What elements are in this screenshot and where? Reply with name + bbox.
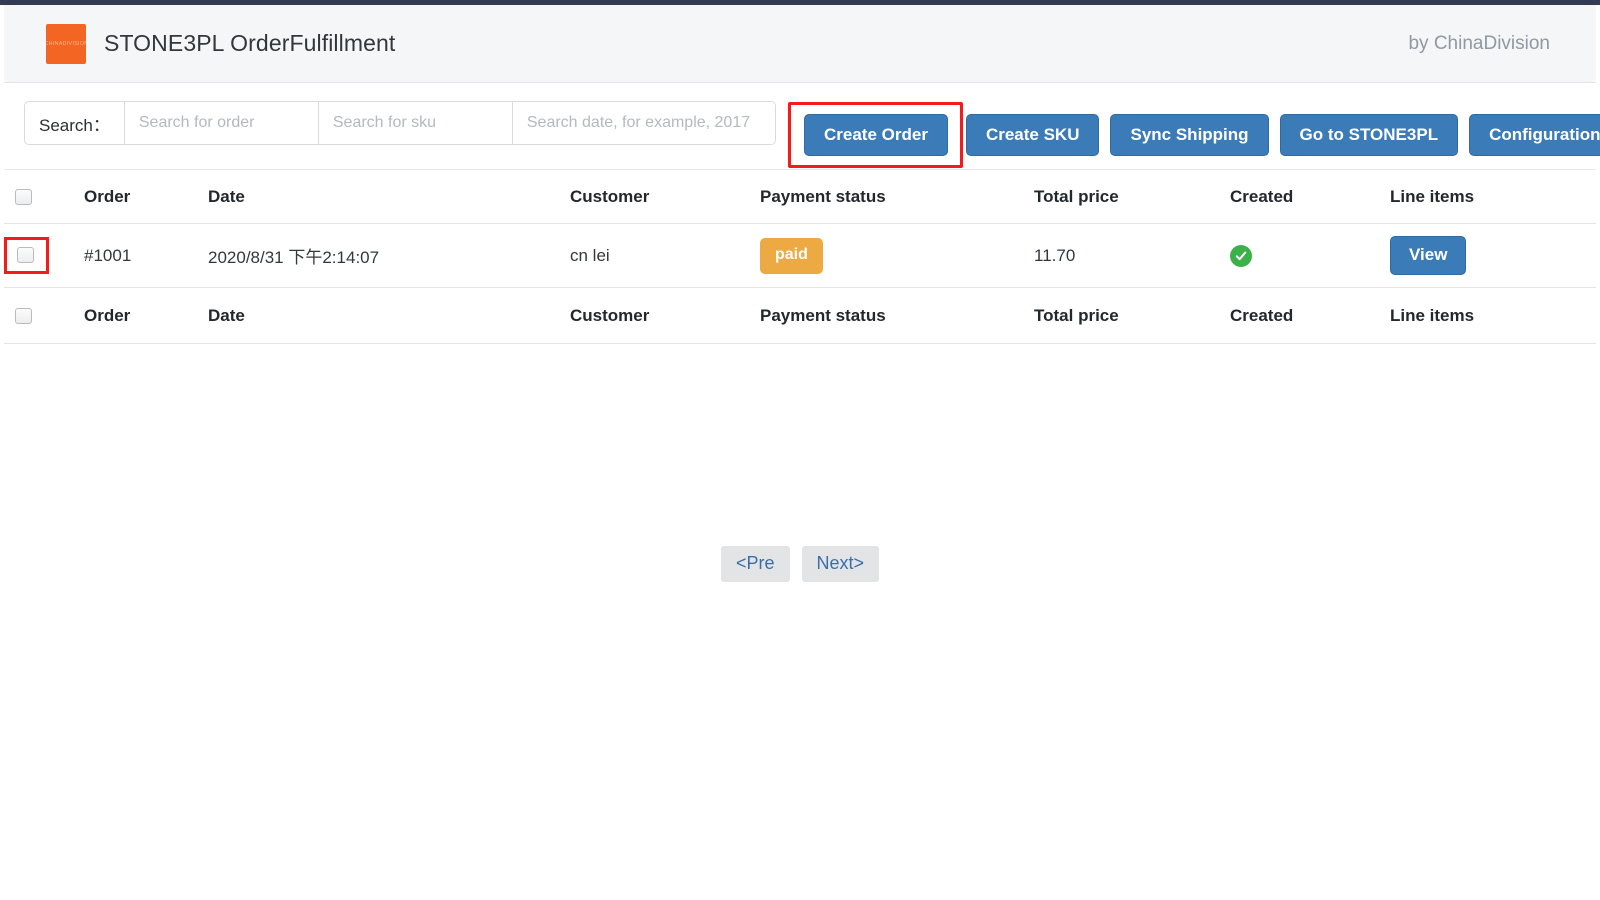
- page-title: STONE3PL OrderFulfillment: [104, 30, 395, 57]
- row-checkbox-highlight-box: [4, 237, 49, 274]
- row-select-checkbox[interactable]: [17, 247, 34, 263]
- cell-order: #1001: [84, 246, 208, 266]
- table-footer-row: Order Date Customer Payment status Total…: [4, 288, 1596, 344]
- status-badge: paid: [760, 238, 823, 274]
- go-to-stone3pl-button[interactable]: Go to STONE3PL: [1280, 114, 1459, 156]
- configuration-button[interactable]: Configuration: [1469, 114, 1600, 156]
- row-select-cell: [4, 237, 84, 274]
- create-order-highlight-box: Create Order: [788, 102, 963, 168]
- search-label: Search：: [25, 102, 125, 144]
- column-header-customer: Customer: [570, 187, 760, 207]
- column-header-total-price: Total price: [1034, 187, 1230, 207]
- footer-header-order: Order: [84, 306, 208, 326]
- toolbar: Search： Create Order Create SKU Sync Shi…: [4, 84, 1596, 170]
- footer-header-payment-status: Payment status: [760, 306, 1034, 326]
- select-all-checkbox-top[interactable]: [15, 189, 32, 205]
- search-order-input[interactable]: [125, 102, 319, 144]
- footer-header-customer: Customer: [570, 306, 760, 326]
- page-body: CHINADIVISION STONE3PL OrderFulfillment …: [0, 5, 1600, 900]
- select-all-cell-top: [4, 189, 84, 205]
- footer-header-date: Date: [208, 306, 570, 326]
- view-line-items-button[interactable]: View: [1390, 236, 1466, 275]
- previous-page-button[interactable]: <Pre: [721, 546, 790, 582]
- orders-table: Order Date Customer Payment status Total…: [4, 171, 1596, 344]
- footer-header-created: Created: [1230, 306, 1390, 326]
- brand: CHINADIVISION STONE3PL OrderFulfillment: [46, 24, 395, 64]
- app-header: CHINADIVISION STONE3PL OrderFulfillment …: [4, 5, 1596, 83]
- cell-payment-status: paid: [760, 238, 1034, 274]
- table-row[interactable]: #1001 2020/8/31 下午2:14:07 cn lei paid 11…: [4, 224, 1596, 288]
- sync-shipping-button[interactable]: Sync Shipping: [1110, 114, 1268, 156]
- footer-header-line-items: Line items: [1390, 306, 1590, 326]
- column-header-order: Order: [84, 187, 208, 207]
- search-date-input[interactable]: [513, 102, 775, 144]
- cell-created: [1230, 245, 1390, 267]
- cell-line-items: View: [1390, 236, 1590, 275]
- column-header-payment-status: Payment status: [760, 187, 1034, 207]
- header-byline: by ChinaDivision: [1408, 33, 1550, 55]
- cell-date: 2020/8/31 下午2:14:07: [208, 243, 570, 268]
- select-all-cell-bottom: [4, 308, 84, 324]
- column-header-date: Date: [208, 187, 570, 207]
- table-header-row: Order Date Customer Payment status Total…: [4, 171, 1596, 224]
- logo-wordmark: CHINADIVISION: [46, 41, 86, 46]
- create-order-button[interactable]: Create Order: [804, 114, 948, 156]
- next-page-button[interactable]: Next>: [802, 546, 880, 582]
- pagination: <Pre Next>: [4, 546, 1596, 582]
- cell-total-price: 11.70: [1034, 246, 1230, 266]
- search-group: Search：: [24, 101, 776, 145]
- column-header-created: Created: [1230, 187, 1390, 207]
- green-check-icon: [1230, 245, 1252, 267]
- search-sku-input[interactable]: [319, 102, 513, 144]
- select-all-checkbox-bottom[interactable]: [15, 308, 32, 324]
- chinadivision-logo-icon: CHINADIVISION: [46, 24, 86, 64]
- cell-customer: cn lei: [570, 246, 760, 266]
- create-sku-button[interactable]: Create SKU: [966, 114, 1100, 156]
- toolbar-button-row: Create Order Create SKU Sync Shipping Go…: [801, 102, 1600, 168]
- column-header-line-items: Line items: [1390, 187, 1590, 207]
- footer-header-total-price: Total price: [1034, 306, 1230, 326]
- app-window: CHINADIVISION STONE3PL OrderFulfillment …: [0, 0, 1600, 900]
